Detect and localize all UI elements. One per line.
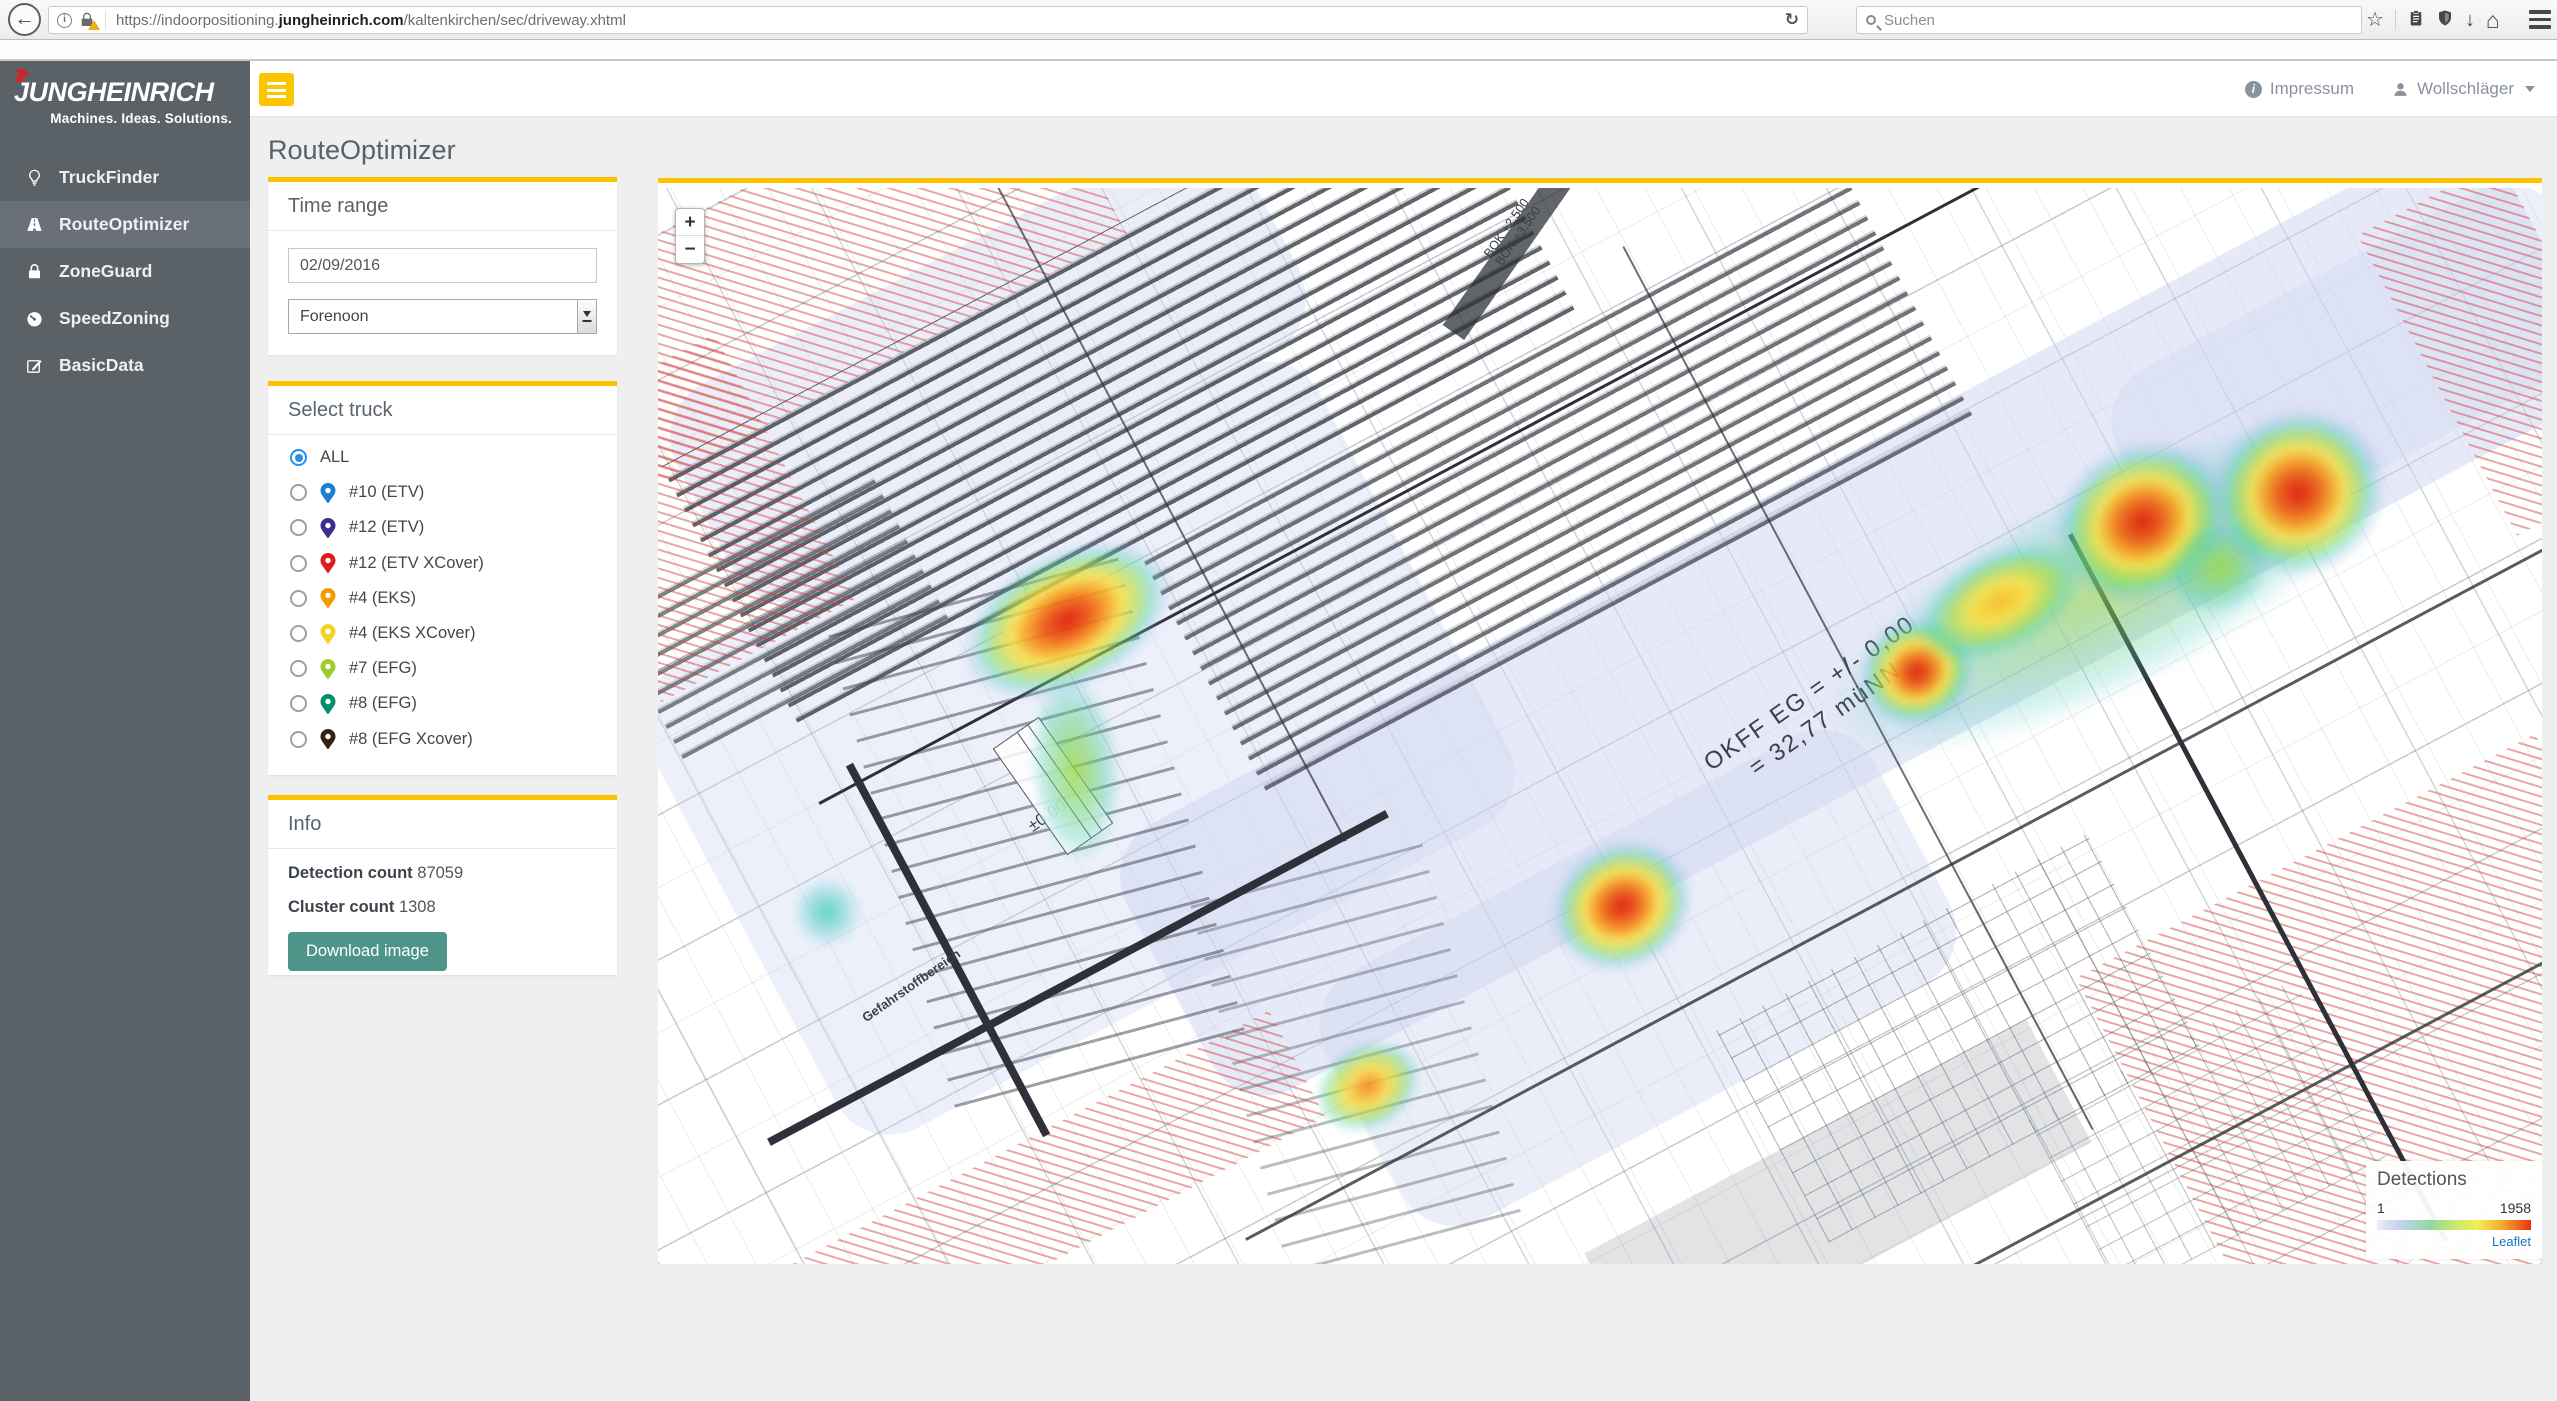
zoom-in-button[interactable]: + xyxy=(676,209,704,236)
radio-button[interactable] xyxy=(290,660,307,677)
date-input[interactable] xyxy=(288,248,597,283)
period-select[interactable]: Forenoon xyxy=(288,299,597,334)
downloads-icon[interactable]: ↓ xyxy=(2465,10,2475,30)
cluster-count: Cluster count 1308 xyxy=(288,898,597,917)
sidebar-item-speedzoning[interactable]: SpeedZoning xyxy=(0,295,250,342)
truck-option-7-efg[interactable]: #7 (EFG) xyxy=(268,651,617,686)
truck-option-4-eks-xcover[interactable]: #4 (EKS XCover) xyxy=(268,616,617,651)
radio-button[interactable] xyxy=(290,731,307,748)
truck-pin-icon xyxy=(320,588,336,608)
heat-blob xyxy=(792,877,862,947)
logo-wordmark: JUNGHEINRICH xyxy=(12,77,238,108)
browser-toolbar: ← i https://indoorpositioning.jungheinri… xyxy=(0,0,2557,40)
bookmarks-strip xyxy=(0,40,2557,61)
legend-title: Detections xyxy=(2377,1169,2531,1191)
truck-pin-icon xyxy=(320,483,336,503)
reload-icon[interactable]: ↻ xyxy=(1785,10,1799,30)
main-content: RouteOptimizer Time range Forenoon Selec… xyxy=(250,117,2557,1401)
legend-gradient-bar xyxy=(2377,1220,2531,1230)
truck-list: ALL #10 (ETV) #12 (ETV) #12 (ETV XCover)… xyxy=(268,435,617,762)
sidebar-item-zoneguard[interactable]: ZoneGuard xyxy=(0,248,250,295)
truck-pin-icon xyxy=(320,553,336,573)
map-zoom-control: + − xyxy=(675,208,705,264)
lock-icon xyxy=(25,262,44,281)
truck-option-all[interactable]: ALL xyxy=(268,440,617,475)
sidebar-nav: TruckFinder RouteOptimizer ZoneGuard Spe… xyxy=(0,154,250,389)
truck-option-8-efg[interactable]: #8 (EFG) xyxy=(268,686,617,721)
radio-button[interactable] xyxy=(290,695,307,712)
shield-icon[interactable] xyxy=(2436,8,2454,32)
info-title: Info xyxy=(268,800,617,849)
truck-pin-icon xyxy=(320,518,336,538)
legend-max: 1958 xyxy=(2500,1200,2531,1216)
map-card: OKFF EG = +/- 0,00 = 32,77 müNN ±0,00 BO… xyxy=(658,178,2542,1259)
radio-button[interactable] xyxy=(290,484,307,501)
heatmap-map[interactable]: OKFF EG = +/- 0,00 = 32,77 müNN ±0,00 BO… xyxy=(658,188,2542,1264)
detections-legend: Detections 1 1958 Leaflet xyxy=(2366,1161,2542,1259)
logo-arrow-icon xyxy=(12,68,38,82)
logo-tagline: Machines. Ideas. Solutions. xyxy=(12,111,238,126)
url-text[interactable]: https://indoorpositioning.jungheinrich.c… xyxy=(116,12,626,29)
road-icon xyxy=(25,215,44,234)
truck-option-4-eks[interactable]: #4 (EKS) xyxy=(268,581,617,616)
sidebar-item-routeoptimizer[interactable]: RouteOptimizer xyxy=(0,201,250,248)
info-card: Info Detection count 87059 Cluster count… xyxy=(268,795,617,975)
period-select-value: Forenoon xyxy=(289,300,596,333)
sidebar-item-truckfinder[interactable]: TruckFinder xyxy=(0,154,250,201)
time-range-title: Time range xyxy=(268,182,617,231)
lightbulb-icon xyxy=(25,168,44,187)
impressum-link[interactable]: i Impressum xyxy=(2245,79,2354,99)
app-header: i Impressum Wollschläger xyxy=(250,61,2557,117)
edit-icon xyxy=(25,356,44,375)
truck-option-10-etv[interactable]: #10 (ETV) xyxy=(268,475,617,510)
sidebar: JUNGHEINRICH Machines. Ideas. Solutions.… xyxy=(0,61,250,1401)
select-truck-card: Select truck ALL #10 (ETV) #12 (ETV) #12… xyxy=(268,381,617,775)
info-circle-icon: i xyxy=(2245,81,2262,98)
leaflet-attribution-link[interactable]: Leaflet xyxy=(2377,1234,2531,1249)
clipboard-icon[interactable] xyxy=(2407,8,2425,32)
zoom-out-button[interactable]: − xyxy=(676,236,704,263)
radio-button[interactable] xyxy=(290,625,307,642)
site-info-icon[interactable]: i xyxy=(57,13,72,28)
truck-option-8-efg-xcover[interactable]: #8 (EFG Xcover) xyxy=(268,722,617,757)
url-bar[interactable]: i https://indoorpositioning.jungheinrich… xyxy=(48,6,1808,34)
browser-back-button[interactable]: ← xyxy=(8,3,41,36)
page-title: RouteOptimizer xyxy=(268,135,456,166)
search-placeholder: Suchen xyxy=(1884,12,1935,29)
gauge-icon xyxy=(25,309,44,328)
insecure-lock-icon[interactable] xyxy=(79,11,97,29)
warning-triangle-icon xyxy=(88,20,100,30)
home-icon[interactable]: ⌂ xyxy=(2486,9,2500,32)
radio-button[interactable] xyxy=(290,519,307,536)
radio-button[interactable] xyxy=(290,555,307,572)
truck-pin-icon xyxy=(320,659,336,679)
chevron-down-icon xyxy=(2525,86,2535,92)
truck-option-12-etv[interactable]: #12 (ETV) xyxy=(268,510,617,545)
sidebar-toggle-button[interactable] xyxy=(259,73,294,106)
truck-pin-icon xyxy=(320,729,336,749)
select-truck-title: Select truck xyxy=(268,386,617,435)
truck-pin-icon xyxy=(320,624,336,644)
radio-button[interactable] xyxy=(290,590,307,607)
sidebar-item-basicdata[interactable]: BasicData xyxy=(0,342,250,389)
search-icon xyxy=(1866,15,1876,25)
truck-option-12-etv-xcover[interactable]: #12 (ETV XCover) xyxy=(268,546,617,581)
browser-search-field[interactable]: Suchen xyxy=(1856,6,2362,34)
detection-count: Detection count 87059 xyxy=(288,864,597,883)
user-menu[interactable]: Wollschläger xyxy=(2392,79,2535,99)
radio-button[interactable] xyxy=(290,449,307,466)
user-icon xyxy=(2392,81,2409,98)
browser-action-icons: ☆ ↓ ⌂ xyxy=(2366,0,2500,40)
jungheinrich-logo: JUNGHEINRICH Machines. Ideas. Solutions. xyxy=(0,61,250,136)
truck-pin-icon xyxy=(320,694,336,714)
time-range-card: Time range Forenoon xyxy=(268,177,617,355)
bookmark-star-icon[interactable]: ☆ xyxy=(2366,10,2384,30)
download-image-button[interactable]: Download image xyxy=(288,932,447,971)
legend-min: 1 xyxy=(2377,1200,2385,1216)
select-dropdown-button[interactable] xyxy=(577,300,596,333)
browser-menu-icon[interactable] xyxy=(2529,10,2551,29)
